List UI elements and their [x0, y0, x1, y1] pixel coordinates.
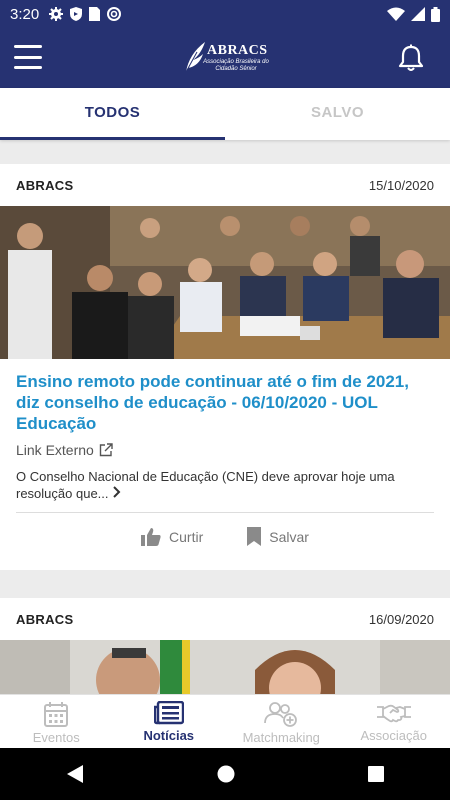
at-status-icon — [107, 7, 122, 21]
people-add-icon — [264, 702, 298, 727]
status-bar: 3:20 — [0, 0, 450, 28]
handshake-icon — [376, 704, 411, 723]
bookmark-icon — [247, 527, 262, 546]
notifications-button[interactable] — [398, 44, 424, 77]
news-photo[interactable] — [0, 206, 450, 359]
tab-todos[interactable]: TODOS — [0, 88, 225, 140]
home-icon[interactable] — [217, 765, 235, 783]
like-button[interactable]: Curtir — [141, 527, 203, 546]
signal-status-icon — [411, 7, 425, 21]
news-source: ABRACS — [16, 611, 74, 627]
external-link-icon — [99, 443, 113, 457]
logo-subtitle: Associação Brasileira do Cidadão Sênior — [203, 59, 269, 72]
nav-noticias[interactable]: Notícias — [113, 695, 226, 748]
news-date: 15/10/2020 — [368, 177, 434, 193]
recents-icon[interactable] — [367, 766, 384, 782]
app-bar: ABRACS Associação Brasileira do Cidadão … — [0, 28, 450, 88]
news-card[interactable]: ABRACS 16/09/2020 — [0, 598, 450, 694]
menu-icon — [14, 45, 42, 48]
news-card[interactable]: ABRACS 15/10/2020 Ensino remoto pode con… — [0, 164, 450, 570]
save-button[interactable]: Salvar — [247, 527, 309, 546]
bottom-navigation: Eventos Notícias Matchmaking Associação — [0, 694, 450, 748]
news-source: ABRACS — [16, 177, 74, 193]
external-link[interactable]: Link Externo — [0, 434, 450, 458]
news-card-header: ABRACS 15/10/2020 — [0, 164, 450, 206]
tab-bar: TODOS SALVO — [0, 88, 450, 140]
wifi-status-icon — [387, 7, 405, 21]
news-card-header: ABRACS 16/09/2020 — [0, 598, 450, 640]
nav-eventos-label: Eventos — [32, 730, 80, 745]
chevron-right-icon — [113, 486, 121, 498]
news-icon — [153, 701, 184, 725]
news-actions: Curtir Salvar — [0, 513, 450, 546]
news-title[interactable]: Ensino remoto pode continuar até o fim d… — [0, 359, 450, 434]
shield-status-icon — [70, 7, 83, 21]
nav-eventos[interactable]: Eventos — [0, 695, 113, 748]
news-feed[interactable]: ABRACS 15/10/2020 Ensino remoto pode con… — [0, 140, 450, 694]
news-summary-text: O Conselho Nacional de Educação (CNE) de… — [16, 469, 395, 501]
bell-icon — [398, 44, 424, 71]
battery-status-icon — [431, 6, 440, 22]
menu-button[interactable] — [14, 45, 42, 69]
read-more-button[interactable] — [112, 486, 121, 501]
calendar-icon — [44, 702, 69, 727]
sim-status-icon — [89, 7, 101, 21]
nav-associacao[interactable]: Associação — [338, 695, 450, 748]
settings-status-icon — [49, 7, 64, 21]
news-date: 16/09/2020 — [368, 611, 434, 627]
like-label: Curtir — [169, 528, 204, 545]
system-navigation-bar — [0, 748, 450, 800]
external-link-label: Link Externo — [16, 442, 94, 458]
back-icon[interactable] — [66, 764, 84, 784]
nav-matchmaking-label: Matchmaking — [242, 730, 320, 745]
news-summary: O Conselho Nacional de Educação (CNE) de… — [0, 458, 450, 502]
logo-brand: ABRACS — [207, 43, 268, 58]
save-label: Salvar — [269, 528, 309, 545]
status-time: 3:20 — [10, 5, 40, 23]
nav-matchmaking[interactable]: Matchmaking — [225, 695, 338, 748]
nav-noticias-label: Notícias — [143, 728, 195, 743]
thumbs-up-icon — [141, 528, 161, 546]
news-photo[interactable] — [0, 640, 450, 694]
tab-salvo[interactable]: SALVO — [225, 88, 450, 140]
nav-associacao-label: Associação — [360, 728, 427, 743]
app-logo: ABRACS Associação Brasileira do Cidadão … — [183, 40, 269, 76]
